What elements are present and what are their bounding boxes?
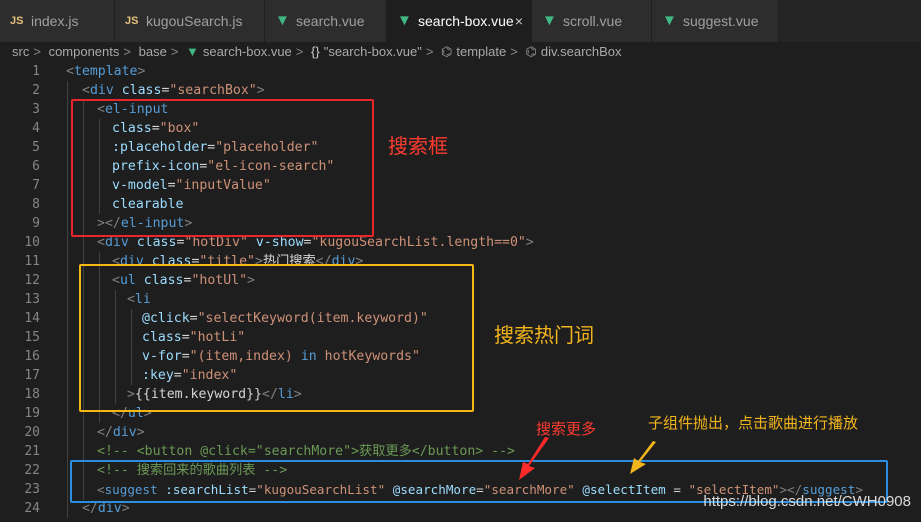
line-number: 1 (32, 64, 40, 79)
code-line: 2 <div class="searchBox"> (0, 81, 921, 100)
tab-search-vue[interactable]: ▼ search.vue (265, 0, 387, 42)
line-number: 6 (32, 159, 40, 174)
breadcrumb: src > components > base > ▼ search-box.vue > … (0, 42, 921, 62)
code-text: <div class="searchBox"> (82, 83, 265, 98)
line-number: 7 (32, 178, 40, 193)
annotation-search-box: 搜索框 (388, 134, 448, 158)
code-text: <template> (66, 64, 146, 79)
line-number: 4 (32, 121, 40, 136)
line-number: 2 (32, 83, 40, 98)
line-number: 22 (24, 463, 40, 478)
line-number: 19 (24, 406, 40, 421)
js-file-icon: JS (10, 15, 24, 27)
code-comment: <!-- <button @click="searchMore">获取更多</b… (97, 444, 515, 459)
code-line: 1 <template> (0, 62, 921, 81)
line-number: 18 (24, 387, 40, 402)
breadcrumb-component[interactable]: "search-box.vue" (324, 44, 422, 59)
line-number: 8 (32, 197, 40, 212)
tab-label: search-box.vue (418, 13, 514, 29)
tab-index-js[interactable]: JS index.js (0, 0, 115, 42)
element-icon: ⌬ (441, 44, 453, 59)
tab-scroll-vue[interactable]: ▼ scroll.vue (532, 0, 652, 42)
annotation-child-emit: 子组件抛出，点击歌曲进行播放 (648, 414, 859, 432)
line-number: 24 (24, 501, 40, 516)
tab-label: scroll.vue (563, 13, 623, 29)
red-arrow-icon (519, 437, 549, 480)
line-number: 14 (24, 311, 40, 326)
annotation-hot-words: 搜索热门词 (494, 323, 594, 347)
line-number: 15 (24, 330, 40, 345)
line-number: 10 (24, 235, 40, 250)
tab-search-box-vue[interactable]: ▼ search-box.vue × (387, 0, 532, 42)
breadcrumb-components[interactable]: components (49, 44, 120, 59)
tab-kugousearch-js[interactable]: JS kugouSearch.js (115, 0, 265, 42)
breadcrumb-separator: > (425, 44, 434, 59)
line-number: 11 (24, 254, 40, 269)
line-number: 12 (24, 273, 40, 288)
code-text: </div> (97, 425, 145, 440)
vue-file-icon: ▼ (542, 12, 557, 29)
line-number: 20 (24, 425, 40, 440)
line-number: 23 (24, 482, 40, 497)
line-number: 13 (24, 292, 40, 307)
hot-words-highlight (79, 264, 474, 412)
tab-label: index.js (31, 13, 79, 29)
vue-file-icon: ▼ (397, 12, 412, 29)
breadcrumb-base[interactable]: base (139, 44, 167, 59)
breadcrumb-separator: > (295, 44, 304, 59)
tab-suggest-vue[interactable]: ▼ suggest.vue (652, 0, 779, 42)
breadcrumb-separator: > (123, 44, 131, 59)
breadcrumb-src[interactable]: src (12, 44, 29, 59)
tab-label: kugouSearch.js (146, 13, 243, 29)
line-number: 21 (24, 444, 40, 459)
breadcrumb-file[interactable]: search-box.vue (203, 44, 292, 59)
breadcrumb-div[interactable]: div.searchBox (541, 44, 622, 59)
js-file-icon: JS (125, 15, 139, 27)
line-number: 3 (32, 102, 40, 117)
watermark: https://blog.csdn.net/CWH0908 (703, 493, 911, 510)
tab-label: suggest.vue (683, 13, 759, 29)
code-line: 21 <!-- <button @click="searchMore">获取更多… (0, 442, 921, 461)
breadcrumb-separator: > (170, 44, 179, 59)
line-number: 17 (24, 368, 40, 383)
tab-label: search.vue (296, 13, 365, 29)
breadcrumb-template[interactable]: template (456, 44, 506, 59)
search-box-highlight (71, 99, 374, 237)
close-icon[interactable]: × (515, 0, 523, 42)
orange-arrow-icon (630, 441, 656, 474)
line-number: 16 (24, 349, 40, 364)
braces-icon: {} (311, 44, 320, 59)
vue-file-icon: ▼ (662, 12, 677, 29)
breadcrumb-separator: > (33, 44, 41, 59)
line-number: 5 (32, 140, 40, 155)
vue-file-icon: ▼ (186, 44, 199, 59)
editor-tab-bar: JS index.js JS kugouSearch.js ▼ search.v… (0, 0, 921, 42)
line-number: 9 (32, 216, 40, 231)
breadcrumb-separator: > (510, 44, 518, 59)
vue-file-icon: ▼ (275, 12, 290, 29)
element-icon: ⌬ (525, 44, 537, 59)
